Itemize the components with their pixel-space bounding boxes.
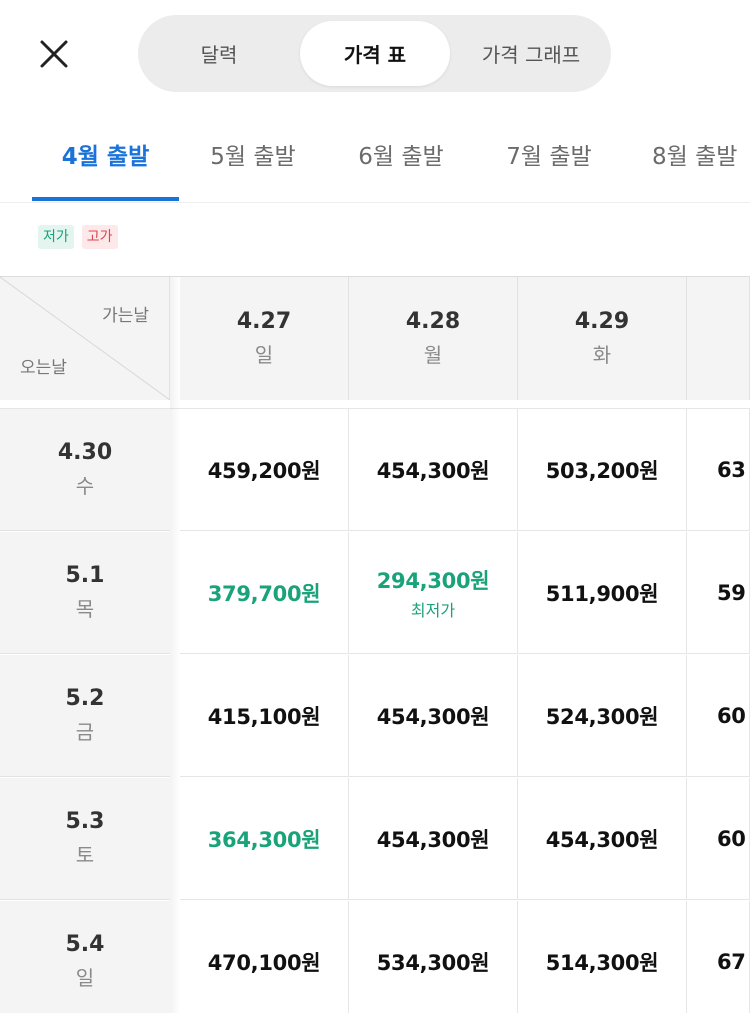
price-cell-lowest[interactable]: 294,300원 최저가 [349,532,518,654]
return-date: 5.4 [65,931,105,957]
return-date: 5.2 [65,685,105,711]
view-segmented-control: 달력 가격 표 가격 그래프 [138,15,611,92]
tab-month-4[interactable]: 4월 출발 [32,110,179,201]
price-value: 63 [717,457,746,482]
departure-date: 4.28 [405,308,461,334]
price-cell-partial[interactable]: 67 [687,901,750,1013]
tab-month-5[interactable]: 5월 출발 [190,110,316,198]
tab-calendar[interactable]: 달력 [144,21,294,86]
price-value: 514,300원 [545,950,659,975]
return-weekday: 금 [75,719,95,744]
price-value: 60 [717,703,746,728]
diagonal-divider [0,277,170,400]
price-value: 415,100원 [207,704,321,729]
return-header: 5.1 목 [0,532,170,654]
departure-weekday: 월 [423,342,443,367]
price-cell[interactable]: 364,300원 [180,778,349,900]
return-header: 5.2 금 [0,655,170,777]
tab-month-8[interactable]: 8월 출발 [634,110,750,198]
departure-axis-label: 가는날 [102,306,149,326]
return-header: 5.4 일 [0,901,170,1013]
price-cell[interactable]: 511,900원 [518,532,687,654]
tab-price-table[interactable]: 가격 표 [300,21,450,86]
price-cell[interactable]: 534,300원 [349,901,518,1013]
price-cell[interactable]: 454,300원 [518,778,687,900]
price-value: 364,300원 [207,827,321,852]
return-header: 5.3 토 [0,778,170,900]
price-legend: 저가 고가 [38,225,118,249]
tab-month-6[interactable]: 6월 출발 [338,110,464,198]
price-value: 294,300원 [376,568,490,593]
price-value: 470,100원 [207,950,321,975]
departure-header: 4.27 일 [180,277,349,400]
price-table: 가는날 오는날 4.27 일 4.28 월 4.29 화 4.30 수 459,… [0,276,750,1013]
tab-price-graph[interactable]: 가격 그래프 [456,21,606,86]
month-tabs: 4월 출발 5월 출발 6월 출발 7월 출발 8월 출발 [0,110,750,203]
price-cell[interactable]: 454,300원 [349,409,518,531]
price-value: 534,300원 [376,950,490,975]
price-cell[interactable]: 503,200원 [518,409,687,531]
return-weekday: 수 [75,473,95,498]
price-cell[interactable]: 470,100원 [180,901,349,1013]
departure-weekday: 일 [254,342,274,367]
price-value: 454,300원 [376,827,490,852]
departure-date: 4.27 [236,308,292,334]
tab-month-7[interactable]: 7월 출발 [486,110,612,198]
legend-high-badge: 고가 [81,225,118,249]
departure-header-partial [687,277,750,400]
price-cell[interactable]: 524,300원 [518,655,687,777]
price-value: 503,200원 [545,458,659,483]
price-value: 511,900원 [545,581,659,606]
return-weekday: 토 [75,842,95,867]
price-value: 59 [717,580,746,605]
return-weekday: 목 [75,596,95,621]
return-date: 5.3 [65,808,105,834]
price-value: 454,300원 [376,704,490,729]
lowest-price-label: 최저가 [410,600,456,620]
price-cell-partial[interactable]: 60 [687,778,750,900]
price-value: 379,700원 [207,581,321,606]
return-weekday: 일 [75,965,95,990]
sticky-column-shadow [170,277,180,1013]
price-value: 524,300원 [545,704,659,729]
departure-weekday: 화 [592,342,612,367]
price-cell[interactable]: 379,700원 [180,532,349,654]
price-cell-partial[interactable]: 60 [687,655,750,777]
departure-header: 4.29 화 [518,277,687,400]
price-cell-partial[interactable]: 59 [687,532,750,654]
price-cell-partial[interactable]: 63 [687,409,750,531]
price-cell[interactable]: 454,300원 [349,655,518,777]
legend-low-badge: 저가 [38,225,74,249]
return-axis-label: 오는날 [20,358,67,378]
return-date: 4.30 [57,439,113,465]
header-separator [0,400,750,409]
departure-date: 4.29 [574,308,630,334]
price-cell[interactable]: 514,300원 [518,901,687,1013]
close-button[interactable] [28,28,80,80]
price-cell[interactable]: 459,200원 [180,409,349,531]
price-cell[interactable]: 415,100원 [180,655,349,777]
price-value: 67 [717,949,746,974]
table-corner-header: 가는날 오는날 [0,277,170,400]
price-value: 60 [717,826,746,851]
price-cell[interactable]: 454,300원 [349,778,518,900]
close-icon [40,40,68,68]
price-value: 459,200원 [207,458,321,483]
price-value: 454,300원 [376,458,490,483]
return-header: 4.30 수 [0,409,170,531]
price-value: 454,300원 [545,827,659,852]
return-date: 5.1 [65,562,105,588]
departure-header: 4.28 월 [349,277,518,400]
